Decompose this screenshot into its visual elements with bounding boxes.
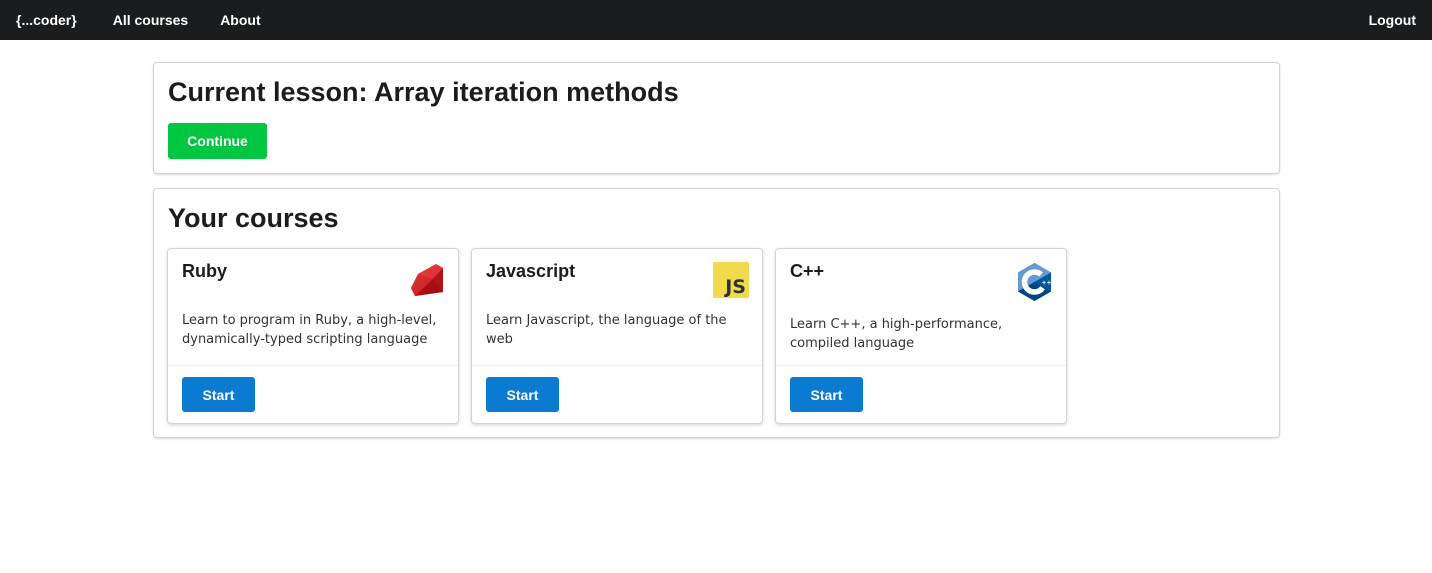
nav-all-courses[interactable]: All courses: [97, 0, 204, 40]
current-lesson-heading: Current lesson: Array iteration methods: [168, 77, 679, 107]
brand-logo-link[interactable]: {...coder}: [0, 0, 97, 40]
course-description: Learn Javascript, the language of the we…: [486, 313, 727, 347]
continue-button[interactable]: Continue: [168, 123, 267, 159]
cplusplus-icon: ++: [1018, 263, 1052, 301]
course-card-ruby: Ruby Learn to program in Ruby, a high-le…: [167, 248, 459, 424]
logout-link[interactable]: Logout: [1353, 0, 1432, 40]
your-courses-panel: Your courses Ruby Learn to program in Ru…: [153, 188, 1280, 438]
javascript-icon: JS: [713, 262, 749, 298]
course-title: C++: [790, 261, 825, 281]
course-card-cplusplus: C++ ++ Learn C++, a high-performance, co…: [775, 248, 1067, 424]
your-courses-heading: Your courses: [168, 203, 339, 233]
course-description: Learn C++, a high-performance, compiled …: [790, 317, 1003, 351]
course-title: Javascript: [486, 261, 576, 281]
nav-about[interactable]: About: [204, 0, 276, 40]
start-button-ruby[interactable]: Start: [182, 377, 255, 412]
current-lesson-panel: Current lesson: Array iteration methods …: [153, 62, 1280, 174]
course-description: Learn to program in Ruby, a high-level, …: [182, 313, 437, 347]
start-button-javascript[interactable]: Start: [486, 377, 559, 412]
card-divider: [168, 365, 458, 366]
svg-text:++: ++: [1042, 280, 1052, 287]
start-button-cplusplus[interactable]: Start: [790, 377, 863, 412]
card-divider: [776, 365, 1066, 366]
javascript-icon-text: JS: [725, 276, 746, 298]
top-navbar: {...coder} All courses About Logout: [0, 0, 1432, 40]
ruby-icon: [411, 264, 443, 296]
course-title: Ruby: [182, 261, 227, 281]
card-divider: [472, 365, 762, 366]
course-card-javascript: Javascript JS Learn Javascript, the lang…: [471, 248, 763, 424]
